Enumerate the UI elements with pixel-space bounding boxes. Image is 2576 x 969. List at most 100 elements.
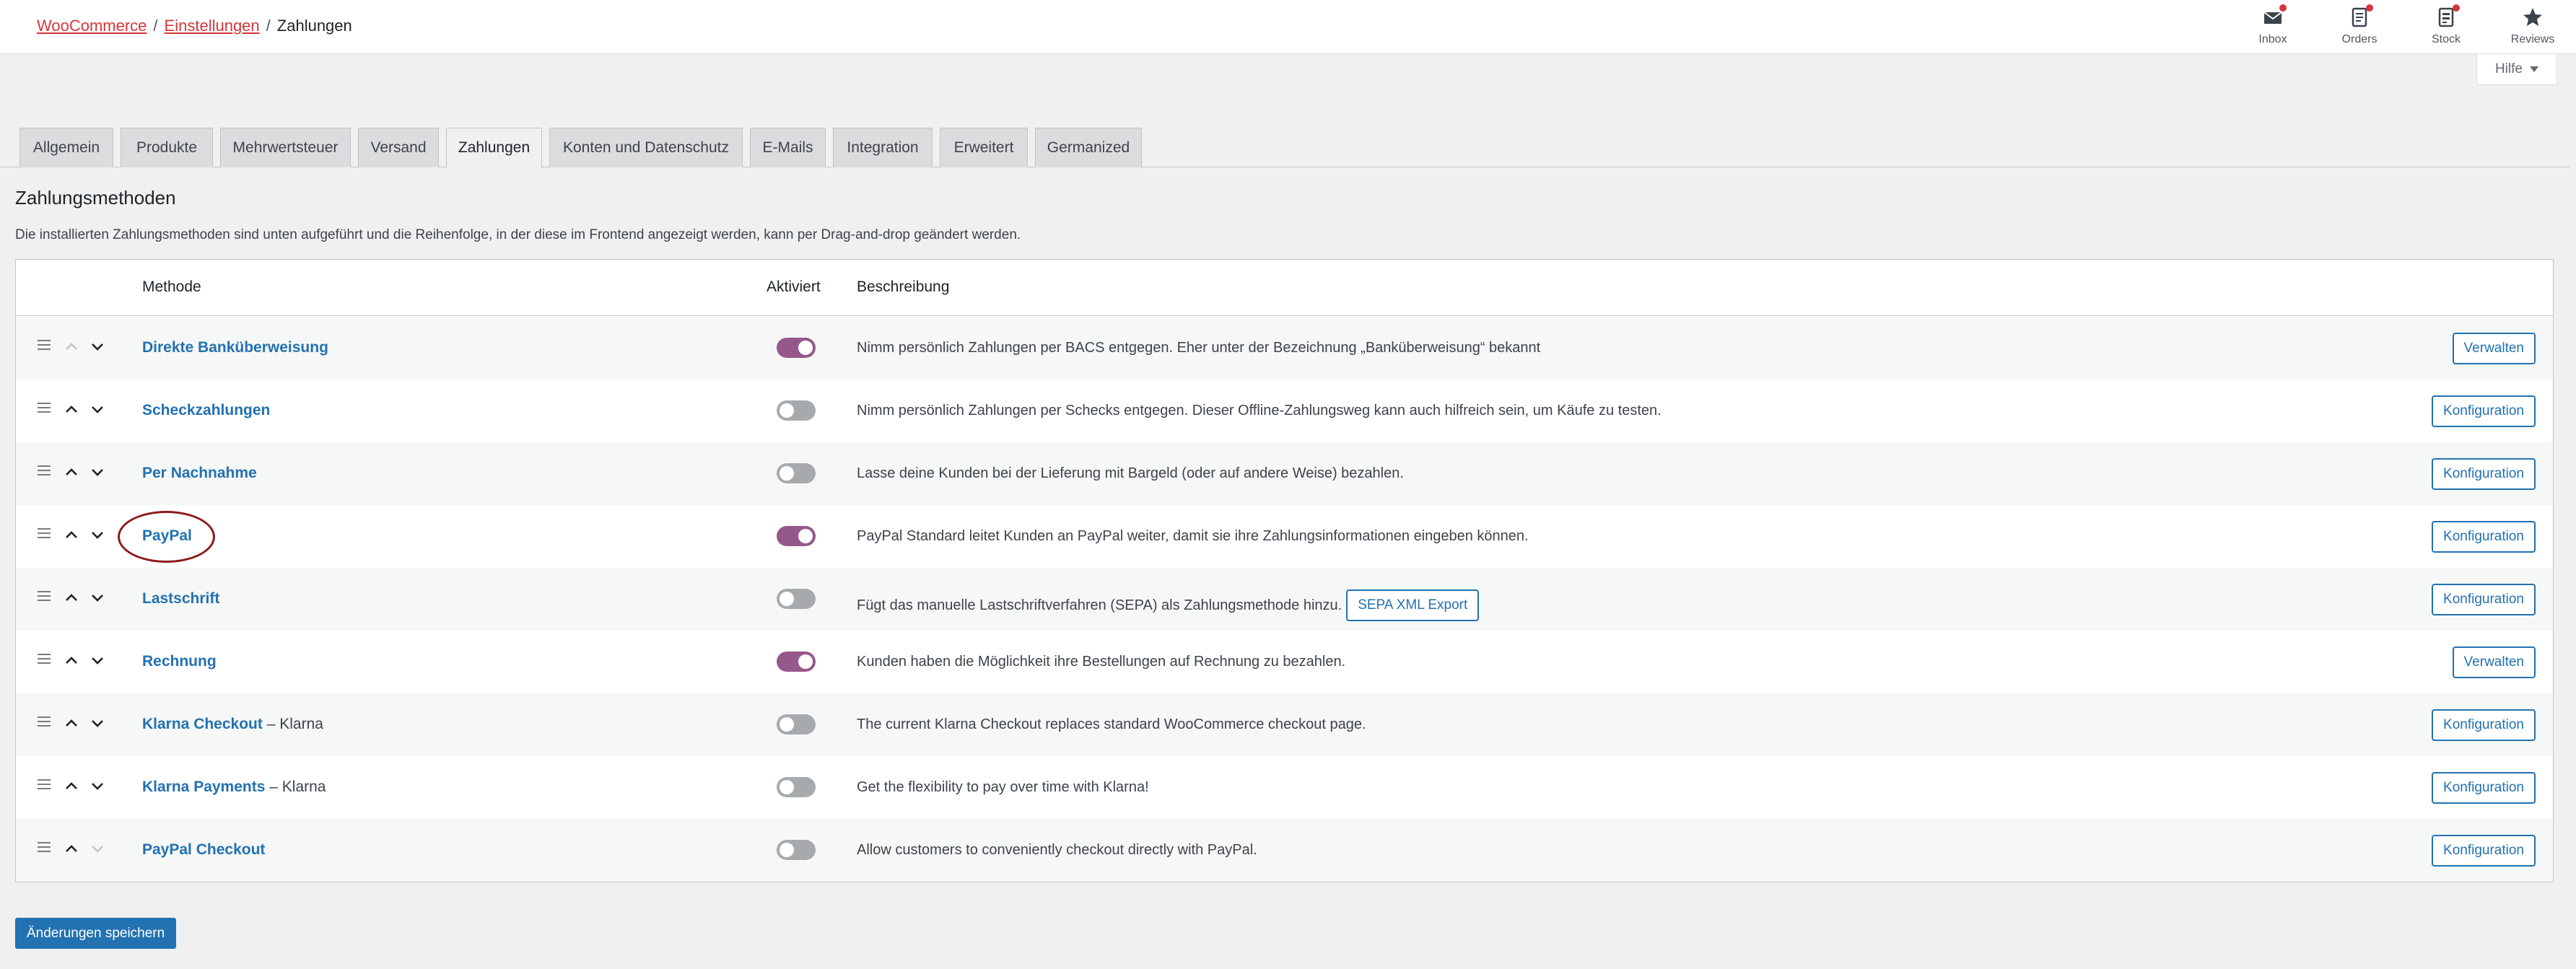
- toggle-knob: [798, 341, 813, 355]
- method-description: Nimm persönlich Zahlungen per Schecks en…: [857, 401, 1662, 420]
- tab-versand[interactable]: Versand: [358, 128, 439, 167]
- table-row: PayPal PayPal Standard leitet Kunden an P…: [16, 505, 2553, 568]
- reviews-button[interactable]: Reviews: [2489, 0, 2576, 54]
- move-down-icon[interactable]: [88, 462, 107, 481]
- method-action-button[interactable]: Konfiguration: [2432, 772, 2536, 804]
- orders-button[interactable]: Orders: [2316, 0, 2403, 54]
- move-up-icon[interactable]: [62, 337, 81, 356]
- tab-zahlungen[interactable]: Zahlungen: [446, 128, 542, 168]
- enabled-toggle[interactable]: [777, 777, 816, 797]
- move-up-icon[interactable]: [62, 400, 81, 418]
- drag-handle-icon[interactable]: [38, 403, 51, 416]
- table-row: Direkte Banküberweisung Nimm persönlich Z…: [16, 317, 2553, 380]
- drag-handle-icon[interactable]: [38, 465, 51, 478]
- method-action-button[interactable]: Konfiguration: [2432, 521, 2536, 553]
- method-name: PayPal Checkout: [142, 840, 265, 860]
- move-up-icon[interactable]: [62, 776, 81, 795]
- caret-down-icon: [2530, 66, 2538, 72]
- method-description-text: Nimm persönlich Zahlungen per Schecks en…: [857, 403, 1662, 418]
- drag-handle-icon[interactable]: [38, 716, 51, 729]
- tab-e-mails[interactable]: E-Mails: [750, 128, 826, 167]
- breadcrumb-current: Zahlungen: [276, 17, 352, 35]
- tab-mehrwertsteuer[interactable]: Mehrwertsteuer: [220, 128, 351, 167]
- drag-handle-icon[interactable]: [38, 779, 51, 792]
- enabled-toggle[interactable]: [777, 400, 816, 421]
- move-down-icon[interactable]: [88, 714, 107, 732]
- sepa-xml-export-button[interactable]: SEPA XML Export: [1346, 589, 1480, 621]
- toggle-knob: [780, 592, 794, 606]
- move-down-icon[interactable]: [88, 839, 107, 858]
- drag-handle-icon[interactable]: [38, 654, 51, 667]
- method-link[interactable]: Direkte Banküberweisung: [142, 339, 328, 356]
- help-tab-button[interactable]: Hilfe: [2476, 54, 2557, 85]
- move-up-icon[interactable]: [62, 525, 81, 544]
- move-up-icon[interactable]: [62, 651, 81, 670]
- method-action-button[interactable]: Konfiguration: [2432, 584, 2536, 615]
- method-description-text: Lasse deine Kunden bei der Lieferung mit…: [857, 465, 1404, 481]
- method-link[interactable]: PayPal Checkout: [142, 841, 265, 858]
- inbox-button[interactable]: Inbox: [2230, 0, 2316, 54]
- enabled-toggle[interactable]: [777, 589, 816, 609]
- enabled-toggle[interactable]: [777, 652, 816, 672]
- stock-icon: [2435, 4, 2460, 29]
- toggle-knob: [798, 529, 813, 543]
- method-link[interactable]: Scheckzahlungen: [142, 402, 270, 418]
- tab-konten-und-datenschutz[interactable]: Konten und Datenschutz: [549, 128, 743, 167]
- move-down-icon[interactable]: [88, 588, 107, 607]
- tab-germanized[interactable]: Germanized: [1035, 128, 1142, 167]
- inbox-label: Inbox: [2258, 33, 2287, 45]
- drag-handle-icon[interactable]: [38, 842, 51, 855]
- breadcrumb: WooCommerce / Einstellungen / Zahlungen: [37, 16, 352, 36]
- tab-produkte[interactable]: Produkte: [121, 128, 213, 167]
- method-name: Klarna Checkout – Klarna: [142, 714, 323, 735]
- method-description-text: Get the flexibility to pay over time wit…: [857, 779, 1149, 795]
- drag-handle-icon[interactable]: [38, 340, 51, 353]
- tab-integration[interactable]: Integration: [833, 128, 933, 167]
- toggle-knob: [798, 654, 813, 669]
- move-up-icon[interactable]: [62, 839, 81, 858]
- stock-button[interactable]: Stock: [2403, 0, 2489, 54]
- move-down-icon[interactable]: [88, 400, 107, 418]
- move-down-icon[interactable]: [88, 525, 107, 544]
- method-name: Klarna Payments – Klarna: [142, 777, 326, 797]
- tab-erweitert[interactable]: Erweitert: [940, 128, 1028, 167]
- method-action-button[interactable]: Verwalten: [2452, 333, 2536, 364]
- table-row: PayPal Checkout Allow customers to conven…: [16, 819, 2553, 882]
- enabled-toggle[interactable]: [777, 526, 816, 546]
- star-icon: [2521, 6, 2544, 29]
- method-link[interactable]: Klarna Checkout: [142, 716, 263, 732]
- move-down-icon[interactable]: [88, 776, 107, 795]
- breadcrumb-woocommerce[interactable]: WooCommerce: [37, 16, 147, 36]
- enabled-toggle[interactable]: [777, 714, 816, 735]
- method-description-text: The current Klarna Checkout replaces sta…: [857, 716, 1366, 732]
- method-action-button[interactable]: Verwalten: [2452, 646, 2536, 678]
- enabled-toggle[interactable]: [777, 463, 816, 483]
- toggle-knob: [780, 466, 794, 481]
- enabled-toggle[interactable]: [777, 840, 816, 860]
- method-link[interactable]: Lastschrift: [142, 590, 219, 607]
- method-link[interactable]: Per Nachnahme: [142, 465, 257, 481]
- move-down-icon[interactable]: [88, 337, 107, 356]
- method-link[interactable]: Klarna Payments: [142, 779, 265, 795]
- method-action-button[interactable]: Konfiguration: [2432, 709, 2536, 741]
- enabled-toggle[interactable]: [777, 338, 816, 358]
- move-up-icon[interactable]: [62, 714, 81, 732]
- toggle-knob: [780, 717, 794, 732]
- drag-handle-icon[interactable]: [38, 528, 51, 541]
- method-link[interactable]: Rechnung: [142, 653, 217, 670]
- method-name: Lastschrift: [142, 589, 219, 609]
- breadcrumb-einstellungen[interactable]: Einstellungen: [165, 16, 260, 36]
- move-down-icon[interactable]: [88, 651, 107, 670]
- move-up-icon[interactable]: [62, 588, 81, 607]
- tab-allgemein[interactable]: Allgemein: [19, 128, 113, 167]
- column-header-enabled: Aktiviert: [767, 279, 821, 295]
- method-action-button[interactable]: Konfiguration: [2432, 835, 2536, 867]
- drag-handle-icon[interactable]: [38, 591, 51, 604]
- method-action-button[interactable]: Konfiguration: [2432, 395, 2536, 427]
- column-header-method: Methode: [142, 279, 201, 295]
- table-row: Rechnung Kunden haben die Möglichkeit ihr…: [16, 631, 2553, 693]
- method-action-button[interactable]: Konfiguration: [2432, 458, 2536, 490]
- save-changes-button[interactable]: Änderungen speichern: [15, 918, 177, 949]
- move-up-icon[interactable]: [62, 462, 81, 481]
- method-description: Lasse deine Kunden bei der Lieferung mit…: [857, 464, 1404, 483]
